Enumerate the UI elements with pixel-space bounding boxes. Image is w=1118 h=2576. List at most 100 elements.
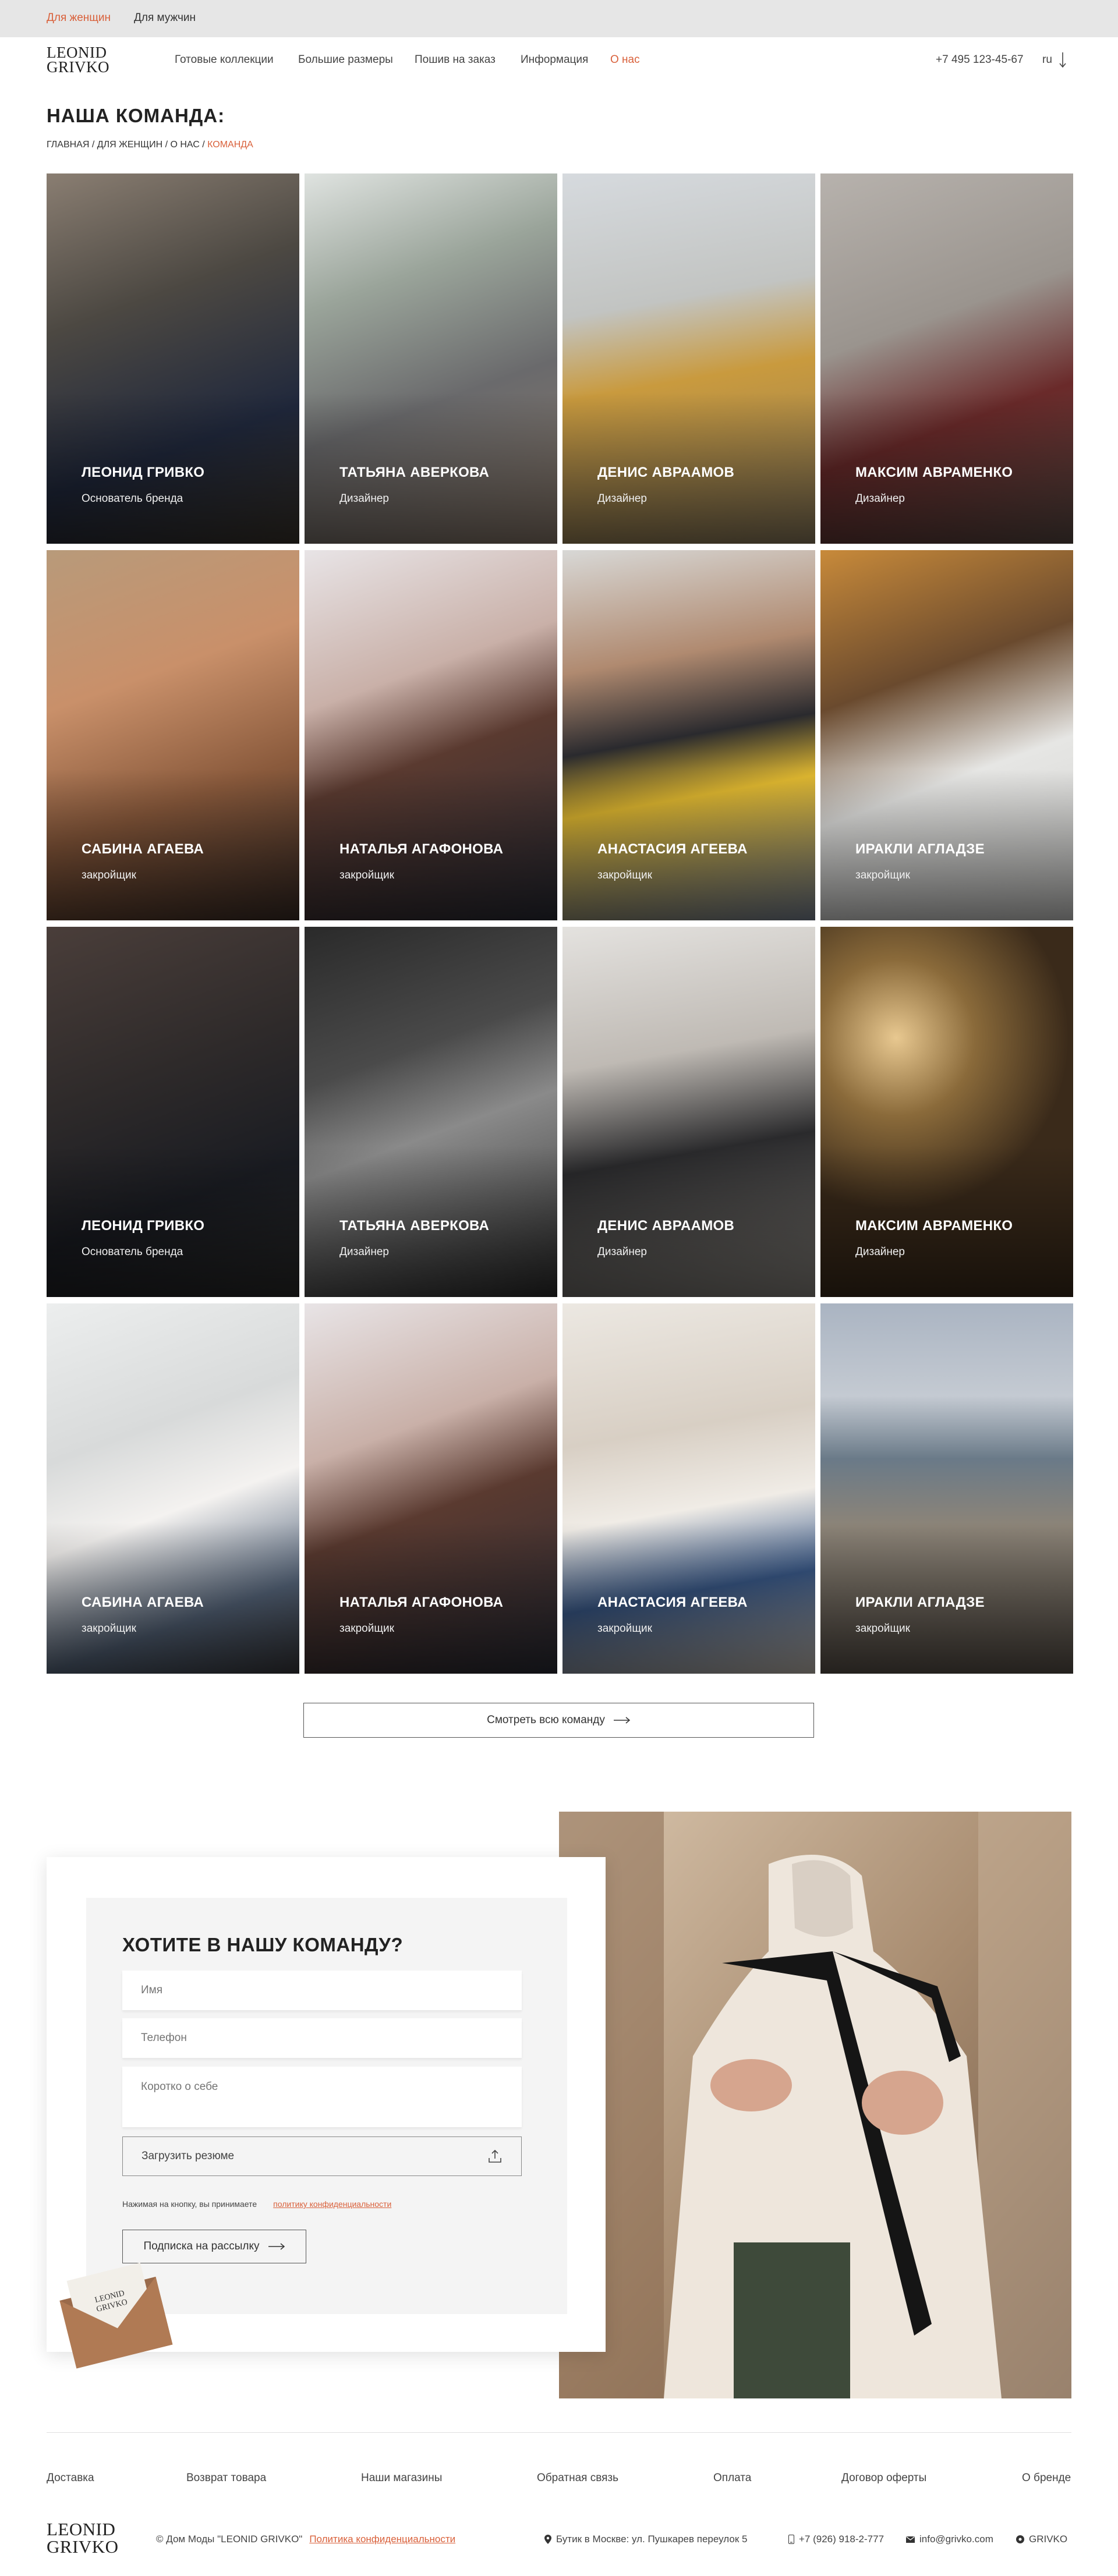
team-member-role: закройщик bbox=[339, 1622, 394, 1635]
footer-logo[interactable]: LEONID GRIVKO bbox=[47, 2519, 119, 2557]
footer-link-delivery[interactable]: Доставка bbox=[47, 2472, 94, 2485]
breadcrumb-home[interactable]: ГЛАВНАЯ bbox=[47, 140, 89, 150]
name-input[interactable] bbox=[122, 1971, 522, 2010]
view-all-team-button[interactable]: Смотреть всю команду bbox=[303, 1703, 814, 1738]
team-member-role: закройщик bbox=[597, 1622, 652, 1635]
social-icon bbox=[1016, 2535, 1024, 2543]
footer-privacy-link[interactable]: Политика конфиденциальности bbox=[309, 2534, 455, 2545]
team-card[interactable]: ДЕНИС АВРААМОВ Дизайнер bbox=[562, 927, 815, 1297]
nav-ready-collections[interactable]: Готовые коллекции bbox=[175, 54, 274, 66]
team-card[interactable]: ТАТЬЯНА АВЕРКОВА Дизайнер bbox=[305, 173, 557, 544]
breadcrumb-women[interactable]: ДЛЯ ЖЕНЩИН bbox=[97, 140, 162, 150]
footer-divider bbox=[47, 2432, 1071, 2433]
footer-link-offer[interactable]: Договор оферты bbox=[841, 2472, 926, 2485]
team-card[interactable]: АНАСТАСИЯ АГЕЕВА закройщик bbox=[562, 1303, 815, 1674]
topbar-link-women[interactable]: Для женщин bbox=[47, 12, 111, 24]
team-member-name: САБИНА АГАЕВА bbox=[82, 1595, 204, 1610]
logo-line-2: GRIVKO bbox=[47, 2536, 119, 2557]
breadcrumb: ГЛАВНАЯ / ДЛЯ ЖЕНЩИН / О НАС / КОМАНДА bbox=[47, 140, 253, 150]
nav-information[interactable]: Информация bbox=[521, 54, 588, 66]
location-pin-icon bbox=[544, 2535, 551, 2544]
breadcrumb-separator: / bbox=[199, 140, 208, 150]
team-member-name: АНАСТАСИЯ АГЕЕВА bbox=[597, 841, 748, 857]
nav-about[interactable]: О нас bbox=[610, 54, 640, 66]
topbar-link-men[interactable]: Для мужчин bbox=[134, 12, 196, 24]
join-title: ХОТИТЕ В НАШУ КОМАНДУ? bbox=[122, 1934, 404, 1955]
team-card[interactable]: ИРАКЛИ АГЛАДЗЕ закройщик bbox=[820, 550, 1073, 920]
language-selector[interactable]: ru bbox=[1042, 54, 1052, 66]
team-card[interactable]: НАТАЛЬЯ АГАФОНОВА закройщик bbox=[305, 1303, 557, 1674]
team-member-role: закройщик bbox=[339, 869, 394, 881]
footer-link-about-brand[interactable]: О бренде bbox=[1022, 2472, 1071, 2485]
team-card[interactable]: САБИНА АГАЕВА закройщик bbox=[47, 1303, 299, 1674]
about-textarea[interactable] bbox=[122, 2067, 522, 2127]
team-member-name: ИРАКЛИ АГЛАДЗЕ bbox=[855, 1595, 985, 1610]
footer-brand-text: GRIVKO bbox=[1029, 2534, 1068, 2545]
footer-link-feedback[interactable]: Обратная связь bbox=[537, 2472, 618, 2485]
header-phone[interactable]: +7 495 123-45-67 bbox=[936, 54, 1024, 66]
footer-address: Бутик в Москве: ул. Пушкарев переулок 5 bbox=[544, 2534, 747, 2545]
team-member-name: САБИНА АГАЕВА bbox=[82, 841, 204, 857]
arrow-right-icon bbox=[268, 2243, 285, 2250]
team-member-name: МАКСИМ АВРАМЕНКО bbox=[855, 1218, 1013, 1234]
team-member-name: ЛЕОНИД ГРИВКО bbox=[82, 1218, 205, 1234]
team-card[interactable]: НАТАЛЬЯ АГАФОНОВА закройщик bbox=[305, 550, 557, 920]
breadcrumb-separator: / bbox=[89, 140, 97, 150]
team-card[interactable]: АНАСТАСИЯ АГЕЕВА закройщик bbox=[562, 550, 815, 920]
team-card[interactable]: МАКСИМ АВРАМЕНКО Дизайнер bbox=[820, 173, 1073, 544]
team-member-role: закройщик bbox=[82, 1622, 136, 1635]
team-member-role: Основатель бренда bbox=[82, 1246, 183, 1258]
footer-link-returns[interactable]: Возврат товара bbox=[186, 2472, 266, 2485]
footer-link-payment[interactable]: Оплата bbox=[713, 2472, 751, 2485]
team-member-name: МАКСИМ АВРАМЕНКО bbox=[855, 465, 1013, 480]
privacy-consent: Нажимая на кнопку, вы принимаете политику… bbox=[122, 2199, 391, 2209]
team-card[interactable]: МАКСИМ АВРАМЕНКО Дизайнер bbox=[820, 927, 1073, 1297]
top-bar: Для женщин Для мужчин bbox=[0, 0, 1118, 37]
team-card[interactable]: ЛЕОНИД ГРИВКО Основатель бренда bbox=[47, 173, 299, 544]
team-card[interactable]: ДЕНИС АВРААМОВ Дизайнер bbox=[562, 173, 815, 544]
team-member-name: ИРАКЛИ АГЛАДЗЕ bbox=[855, 841, 985, 857]
team-card[interactable]: ТАТЬЯНА АВЕРКОВА Дизайнер bbox=[305, 927, 557, 1297]
footer-phone[interactable]: +7 (926) 918-2-777 bbox=[788, 2534, 884, 2545]
team-card[interactable]: САБИНА АГАЕВА закройщик bbox=[47, 550, 299, 920]
mail-icon bbox=[906, 2536, 915, 2543]
nav-large-sizes[interactable]: Большие размеры bbox=[298, 54, 393, 66]
team-card[interactable]: ЛЕОНИД ГРИВКО Основатель бренда bbox=[47, 927, 299, 1297]
privacy-policy-link[interactable]: политику конфиденциальности bbox=[273, 2199, 391, 2209]
nav-custom-tailoring[interactable]: Пошив на заказ bbox=[415, 54, 496, 66]
phone-icon bbox=[788, 2535, 794, 2544]
team-member-name: ДЕНИС АВРААМОВ bbox=[597, 465, 735, 480]
team-member-name: ЛЕОНИД ГРИВКО bbox=[82, 465, 205, 480]
footer-brand-link[interactable]: GRIVKO bbox=[1016, 2534, 1067, 2545]
team-member-name: АНАСТАСИЯ АГЕЕВА bbox=[597, 1595, 748, 1610]
team-member-name: ТАТЬЯНА АВЕРКОВА bbox=[339, 465, 490, 480]
phone-input[interactable] bbox=[122, 2018, 522, 2058]
team-member-name: НАТАЛЬЯ АГАФОНОВА bbox=[339, 841, 504, 857]
logo[interactable]: LEONID GRIVKO bbox=[47, 45, 109, 75]
join-section-photo bbox=[559, 1812, 1071, 2398]
upload-resume-label: Загрузить резюме bbox=[141, 2150, 235, 2162]
copyright-text: © Дом Моды "LEONID GRIVKO" bbox=[156, 2534, 303, 2545]
team-member-role: Дизайнер bbox=[339, 492, 389, 505]
address-text: Бутик в Москве: ул. Пушкарев переулок 5 bbox=[556, 2534, 748, 2545]
team-member-role: Дизайнер bbox=[855, 1246, 905, 1258]
subscribe-label: Подписка на рассылку bbox=[143, 2240, 260, 2252]
arrow-down-icon[interactable] bbox=[1059, 51, 1067, 69]
team-member-role: Дизайнер bbox=[597, 492, 647, 505]
footer-email-text: info@grivko.com bbox=[919, 2534, 993, 2545]
footer-email[interactable]: info@grivko.com bbox=[906, 2534, 993, 2545]
breadcrumb-about[interactable]: О НАС bbox=[170, 140, 199, 150]
consent-text: Нажимая на кнопку, вы принимаете bbox=[122, 2199, 257, 2209]
page-title: НАША КОМАНДА: bbox=[47, 105, 225, 126]
copyright: © Дом Моды "LEONID GRIVKO" Политика конфи… bbox=[156, 2534, 455, 2545]
arrow-right-icon bbox=[613, 1717, 631, 1724]
footer-link-stores[interactable]: Наши магазины bbox=[361, 2472, 442, 2485]
mannequin-image bbox=[559, 1812, 1071, 2398]
team-card[interactable]: ИРАКЛИ АГЛАДЗЕ закройщик bbox=[820, 1303, 1073, 1674]
team-member-role: закройщик bbox=[855, 1622, 910, 1635]
team-member-role: закройщик bbox=[855, 869, 910, 881]
upload-resume-button[interactable]: Загрузить резюме bbox=[122, 2136, 522, 2176]
logo-line-1: LEONID bbox=[47, 2519, 116, 2539]
upload-icon bbox=[489, 2149, 501, 2163]
team-member-name: НАТАЛЬЯ АГАФОНОВА bbox=[339, 1595, 504, 1610]
